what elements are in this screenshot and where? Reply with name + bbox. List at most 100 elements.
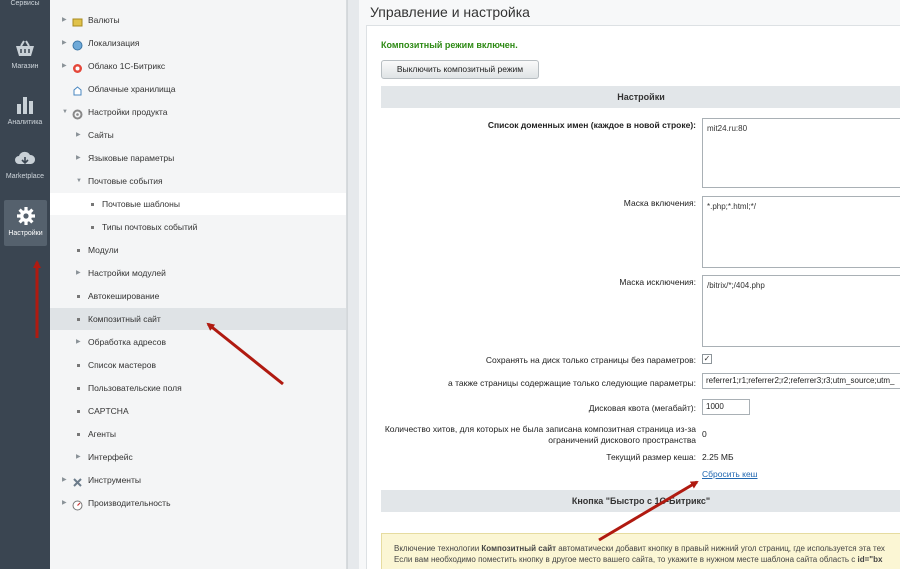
include-mask-label: Маска включения: [623, 198, 696, 208]
tree-item-currencies[interactable]: ▶ Валюты [50, 9, 346, 31]
note-text: автоматически добавит кнопку в правый ни… [556, 544, 885, 553]
tools-icon [72, 474, 83, 487]
tree-item-performance[interactable]: ▶ Производительность [50, 492, 346, 514]
collapse-arrow-icon[interactable]: ▼ [62, 101, 68, 123]
rail-item-settings[interactable]: Настройки [4, 200, 47, 246]
rail-item-label: Настройки [8, 230, 43, 237]
left-rail: Сервисы Магазин Аналитика Marketplace На… [0, 0, 50, 569]
currency-icon [72, 14, 83, 27]
expand-arrow-icon[interactable]: ▶ [62, 55, 67, 77]
tree-item-mail-events[interactable]: ▼ Почтовые события [50, 170, 346, 192]
tree-item-wizards[interactable]: Список мастеров [50, 354, 346, 376]
hits-label-line: Количество хитов, для которых не была за… [384, 424, 696, 434]
tree-item-label: Производительность [88, 498, 171, 508]
tree-item-label: Пользовательские поля [88, 383, 182, 393]
expand-arrow-icon[interactable]: ▶ [62, 469, 67, 491]
tree-item-label: Валюты [88, 15, 120, 25]
tree-item-url-processing[interactable]: ▶ Обработка адресов [50, 331, 346, 353]
bullet-icon [77, 364, 80, 367]
basket-icon [16, 40, 34, 56]
tree-item-localization[interactable]: ▶ Локализация [50, 32, 346, 54]
settings-form: Композитный режим включен. Выключить ком… [359, 0, 900, 569]
tree-item-bitrix-cloud[interactable]: ▶ Облако 1С-Битрикс [50, 55, 346, 77]
cloud-storage-icon [72, 83, 83, 96]
hits-label: Количество хитов, для которых не была за… [385, 424, 696, 446]
note-emphasis: id="bx [857, 555, 883, 564]
cloud-download-icon [15, 151, 36, 165]
bullet-icon [77, 295, 80, 298]
params-input[interactable]: referrer1;r1;referrer2;r2;referrer3;r3;u… [702, 373, 900, 389]
tree-item-label: Список мастеров [88, 360, 156, 370]
tree-item-label: Локализация [88, 38, 140, 48]
tree-item-autocaching[interactable]: Автокеширование [50, 285, 346, 307]
rail-item-marketplace[interactable]: Marketplace [0, 148, 50, 180]
tree-item-tools[interactable]: ▶ Инструменты [50, 469, 346, 491]
expand-arrow-icon[interactable]: ▶ [62, 32, 67, 54]
exclude-mask-label: Маска исключения: [619, 277, 696, 287]
domains-label: Список доменных имен (каждое в новой стр… [487, 120, 696, 130]
hits-label-line: ограничений дискового пространства [548, 435, 696, 445]
tree-item-label: Почтовые шаблоны [102, 199, 180, 209]
tree-item-label: Облако 1С-Битрикс [88, 61, 166, 71]
tree-item-modules[interactable]: Модули [50, 239, 346, 261]
tree-item-interface[interactable]: ▶ Интерфейс [50, 446, 346, 468]
tree-item-label: Композитный сайт [88, 314, 161, 324]
include-mask-textarea[interactable]: *.php;*.html;*/ [702, 196, 900, 268]
quota-input[interactable]: 1000 [702, 399, 750, 415]
bitrix-cloud-icon [72, 60, 83, 73]
bullet-icon [77, 387, 80, 390]
expand-arrow-icon[interactable]: ▶ [62, 9, 67, 31]
quota-label: Дисковая квота (мегабайт): [588, 403, 696, 413]
exclude-mask-textarea[interactable]: /bitrix/*;/404.php [702, 275, 900, 347]
rail-item-analytics[interactable]: Аналитика [0, 94, 50, 126]
disable-composite-button[interactable]: Выключить композитный режим [381, 60, 539, 79]
expand-arrow-icon[interactable]: ▶ [62, 492, 67, 514]
tree-item-product-settings[interactable]: ▼ Настройки продукта [50, 101, 346, 123]
bullet-icon [77, 433, 80, 436]
tree-item-label: Облачные хранилища [88, 84, 176, 94]
tree-item-label: Настройки продукта [88, 107, 168, 117]
tree-item-sites[interactable]: ▶ Сайты [50, 124, 346, 146]
tree-item-user-fields[interactable]: Пользовательские поля [50, 377, 346, 399]
tree-item-label: Типы почтовых событий [102, 222, 198, 232]
rail-item-shop[interactable]: Магазин [0, 38, 50, 70]
expand-arrow-icon[interactable]: ▶ [76, 446, 81, 468]
save-no-params-label: Сохранять на диск только страницы без па… [485, 355, 696, 365]
params-label: а также страницы содержащие только следу… [448, 378, 696, 388]
expand-arrow-icon[interactable]: ▶ [76, 147, 81, 169]
tree-item-mail-templates[interactable]: Почтовые шаблоны [50, 193, 346, 215]
tree-item-label: Инструменты [88, 475, 142, 485]
tree-item-composite-site[interactable]: Композитный сайт [50, 308, 346, 330]
tree-item-label: Языковые параметры [88, 153, 175, 163]
hits-value: 0 [702, 429, 707, 439]
tree-item-mail-event-types[interactable]: Типы почтовых событий [50, 216, 346, 238]
status-message: Композитный режим включен. [381, 40, 518, 50]
panel-splitter[interactable] [347, 0, 359, 569]
expand-arrow-icon[interactable]: ▶ [76, 262, 81, 284]
tree-item-agents[interactable]: Агенты [50, 423, 346, 445]
bullet-icon [77, 249, 80, 252]
rail-item-label: Магазин [11, 63, 39, 70]
tree-item-label: Настройки модулей [88, 268, 166, 278]
tree-item-label: Сайты [88, 130, 114, 140]
tree-item-label: CAPTCHA [88, 406, 129, 416]
reset-cache-link[interactable]: Сбросить кеш [702, 469, 758, 479]
expand-arrow-icon[interactable]: ▶ [76, 331, 81, 353]
expand-arrow-icon[interactable]: ▶ [76, 124, 81, 146]
collapse-arrow-icon[interactable]: ▼ [76, 170, 82, 192]
tree-item-captcha[interactable]: CAPTCHA [50, 400, 346, 422]
tree-item-language-params[interactable]: ▶ Языковые параметры [50, 147, 346, 169]
tree-item-cloud-storage[interactable]: Облачные хранилища [50, 78, 346, 100]
bar-chart-icon [17, 97, 33, 114]
tree-item-module-settings[interactable]: ▶ Настройки модулей [50, 262, 346, 284]
domains-textarea[interactable]: mit24.ru:80 [702, 118, 900, 188]
settings-tree: ▶ Валюты ▶ Локализация ▶ Облако 1С-Битри… [50, 0, 347, 569]
settings-section-header: Настройки [381, 86, 900, 108]
rail-item-label: Сервисы [10, 0, 40, 7]
globe-icon [72, 37, 83, 51]
save-no-params-checkbox[interactable]: ✓ [702, 354, 712, 364]
rail-item-label: Аналитика [7, 119, 43, 126]
note-line: Если вам необходимо поместить кнопку в д… [394, 554, 898, 565]
tree-item-label: Почтовые события [88, 176, 163, 186]
rail-item-services[interactable]: Сервисы [0, 0, 50, 7]
